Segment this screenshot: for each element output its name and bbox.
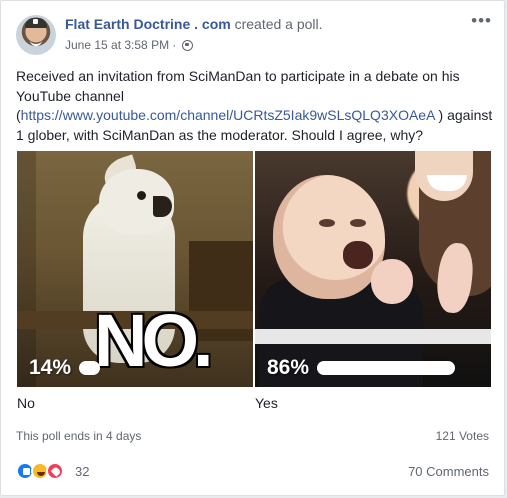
author-avatar[interactable] [16,15,56,55]
more-options-icon[interactable]: ••• [471,11,492,31]
youtube-channel-link[interactable]: https://www.youtube.com/channel/UCRtsZ5I… [21,107,435,123]
no-gif-caption: NO. [94,299,214,382]
reaction-bar: 32 70 Comments [16,461,489,483]
poll-percent-no: 14% [29,356,72,379]
poll-post-card: Flat Earth Doctrine . com created a poll… [0,0,505,496]
post-header: Flat Earth Doctrine . com created a poll… [16,11,492,57]
poll-footer: This poll ends in 4 days 121 Votes [16,429,489,443]
reaction-icons[interactable] [16,462,69,482]
love-icon [46,462,64,480]
poll-option-no-image[interactable]: NO. 14% [17,151,253,387]
author-name[interactable]: Flat Earth Doctrine . com [65,16,231,32]
reaction-count[interactable]: 32 [75,464,89,479]
poll-option-yes-image[interactable]: 86% [255,151,491,387]
post-meta: June 15 at 3:58 PM · [65,38,193,52]
poll-percent-yes: 86% [267,356,310,379]
poll-bar-yes [317,361,456,375]
poll-result-no: 14% [29,356,101,380]
globe-icon [181,40,193,51]
poll-bar-no [79,361,101,375]
poll-option-label-yes[interactable]: Yes [255,395,278,411]
meta-separator: · [172,38,177,52]
post-message: Received an invitation from SciManDan to… [16,67,494,145]
poll-result-yes: 86% [267,356,456,380]
poll-ends-text: This poll ends in 4 days [16,429,142,443]
post-action: created a poll. [234,16,323,32]
author-line: Flat Earth Doctrine . com created a poll… [65,16,323,32]
post-date[interactable]: June 15 at 3:58 PM [65,38,169,52]
poll-option-label-no[interactable]: No [17,395,35,411]
comments-count[interactable]: 70 Comments [408,464,489,479]
poll-votes-count[interactable]: 121 Votes [436,429,489,443]
